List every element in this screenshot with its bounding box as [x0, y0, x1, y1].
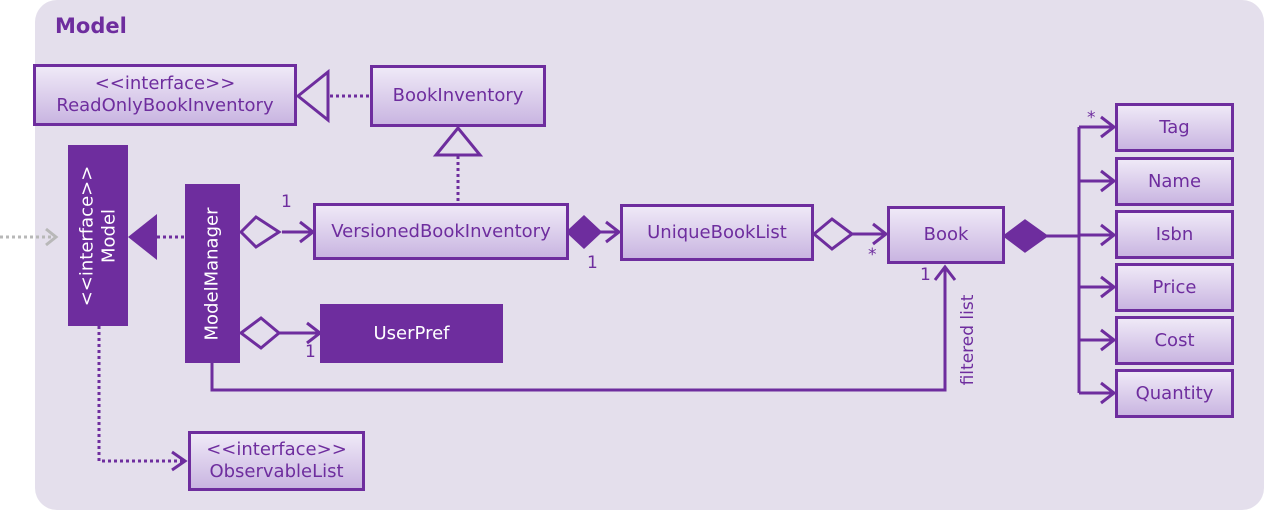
- realization-triangle-model: [128, 214, 157, 260]
- class-name: Cost: [1154, 329, 1195, 351]
- class-name-attr[interactable]: Name: [1115, 157, 1234, 206]
- class-read-only-book-inventory[interactable]: <<interface>> ReadOnlyBookInventory: [33, 64, 297, 126]
- class-user-pref[interactable]: UserPref: [320, 304, 503, 363]
- multiplicity-manager-versioned: 1: [281, 192, 292, 212]
- class-name: VersionedBookInventory: [331, 220, 551, 242]
- class-tag[interactable]: Tag: [1115, 103, 1234, 152]
- multiplicity-book-tag: *: [1087, 108, 1096, 128]
- filtered-list-label: filtered list: [958, 294, 978, 386]
- multiplicity-unique-book: *: [868, 245, 877, 265]
- class-name: Isbn: [1155, 223, 1194, 245]
- aggregation-diamond-book: [811, 217, 855, 251]
- stereotype-label: <<interface>>: [206, 439, 347, 460]
- class-name: BookInventory: [392, 85, 524, 106]
- class-book[interactable]: Book: [887, 206, 1005, 264]
- class-observable-list[interactable]: <<interface>> ObservableList: [188, 431, 365, 491]
- class-name: Quantity: [1135, 382, 1214, 404]
- class-name: Price: [1152, 276, 1197, 298]
- class-isbn[interactable]: Isbn: [1115, 210, 1234, 259]
- multiplicity-manager-userpref: 1: [305, 342, 316, 362]
- class-name: ReadOnlyBookInventory: [56, 95, 274, 116]
- generalization-triangle-bookinventory: [432, 125, 484, 157]
- class-model[interactable]: <<interface>> Model: [68, 145, 128, 326]
- stereotype-label: <<interface>>: [94, 73, 236, 94]
- class-model-manager[interactable]: ModelManager: [185, 184, 240, 363]
- class-name: Name: [1147, 170, 1202, 192]
- class-name: UniqueBookList: [647, 221, 787, 243]
- stereotype-label: <<interface>>: [76, 165, 98, 306]
- composition-diamond-unique: [565, 214, 603, 250]
- class-quantity[interactable]: Quantity: [1115, 369, 1234, 418]
- composition-diamond-attributes: [1002, 219, 1049, 253]
- class-name: ObservableList: [209, 461, 344, 482]
- multiplicity-filtered-book: 1: [920, 265, 931, 285]
- multiplicity-versioned-unique: 1: [587, 253, 598, 273]
- class-name: Book: [923, 224, 969, 245]
- class-versioned-book-inventory[interactable]: VersionedBookInventory: [313, 203, 569, 260]
- aggregation-diamond-userpref: [238, 316, 282, 350]
- class-price[interactable]: Price: [1115, 263, 1234, 312]
- class-cost[interactable]: Cost: [1115, 316, 1234, 365]
- class-book-inventory[interactable]: BookInventory: [370, 65, 546, 127]
- class-name: Model: [98, 208, 120, 263]
- attribute-arrows: [1079, 115, 1117, 405]
- class-name: UserPref: [373, 323, 450, 344]
- observablelist-dependency-line: [97, 326, 185, 463]
- class-name: ModelManager: [201, 207, 223, 340]
- realization-triangle-readonly: [295, 68, 330, 124]
- class-name: Tag: [1159, 116, 1190, 138]
- aggregation-diamond-versioned: [238, 215, 282, 249]
- class-unique-book-list[interactable]: UniqueBookList: [620, 204, 814, 261]
